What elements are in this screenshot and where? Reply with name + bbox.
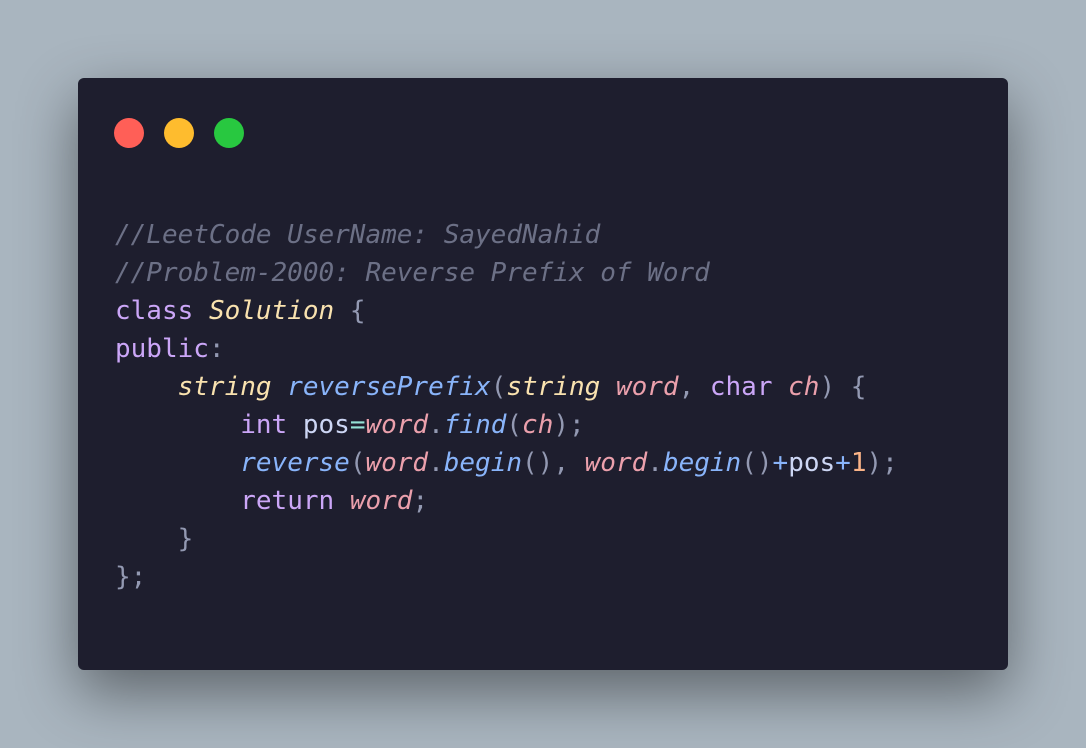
code-token: () [741, 448, 773, 478]
code-token: 1 [850, 448, 867, 478]
code-token: reverse [240, 448, 350, 478]
window-controls [114, 118, 244, 148]
code-token: int [240, 410, 288, 440]
code-line: string reversePrefix(string word, char c… [115, 368, 898, 406]
code-token: word [615, 372, 679, 402]
code-line: }; [115, 558, 898, 596]
code-token: find [443, 410, 507, 440]
code-token: . [428, 410, 444, 440]
code-token: ) { [819, 372, 867, 402]
code-token: word [584, 448, 648, 478]
maximize-dot-icon[interactable] [214, 118, 244, 148]
code-token: char [709, 372, 773, 402]
code-token: public [115, 334, 209, 364]
code-token: string [177, 372, 272, 402]
code-line: return word; [115, 482, 898, 520]
code-token: ( [506, 410, 523, 440]
code-token: (), [522, 448, 585, 478]
code-token: class [115, 296, 194, 326]
code-token: word [365, 410, 429, 440]
code-token: ch [788, 372, 820, 402]
code-token: ch [522, 410, 554, 440]
code-token: ( [349, 448, 366, 478]
code-line: int pos=word.find(ch); [115, 406, 898, 444]
code-token: . [647, 448, 663, 478]
code-line: public: [115, 330, 898, 368]
code-line: } [115, 520, 898, 558]
minimize-dot-icon[interactable] [164, 118, 194, 148]
code-token: . [428, 448, 444, 478]
code-token: = [349, 410, 366, 440]
code-token: ); [866, 448, 898, 478]
code-line: //LeetCode UserName: SayedNahid [115, 216, 898, 254]
code-token: Solution [208, 296, 335, 326]
code-token: , [678, 372, 695, 402]
code-token: ); [553, 410, 585, 440]
code-line: //Problem-2000: Reverse Prefix of Word [115, 254, 898, 292]
code-token: + [835, 448, 851, 478]
code-token: word [349, 486, 413, 516]
close-dot-icon[interactable] [114, 118, 144, 148]
code-block: //LeetCode UserName: SayedNahid //Problem… [115, 216, 898, 596]
code-line: class Solution { [115, 292, 898, 330]
code-token: pos [788, 448, 836, 478]
code-token: ; [412, 486, 429, 516]
code-token: : [208, 334, 225, 364]
code-token: ( [490, 372, 507, 402]
code-token: begin [662, 448, 742, 478]
code-token: word [365, 448, 429, 478]
code-token: //Problem-2000: Reverse Prefix of Word [115, 258, 710, 288]
code-token: string [506, 372, 601, 402]
code-line: reverse(word.begin(), word.begin()+pos+1… [115, 444, 898, 482]
code-token: } [115, 524, 194, 554]
code-token: }; [115, 562, 147, 592]
code-token: begin [443, 448, 523, 478]
code-token: pos [302, 410, 350, 440]
code-token: return [240, 486, 335, 516]
code-token: { [334, 296, 366, 326]
code-window: //LeetCode UserName: SayedNahid //Problem… [78, 78, 1008, 670]
code-token: reversePrefix [287, 372, 491, 402]
code-token: //LeetCode UserName: SayedNahid [115, 220, 601, 250]
code-token: + [772, 448, 789, 478]
